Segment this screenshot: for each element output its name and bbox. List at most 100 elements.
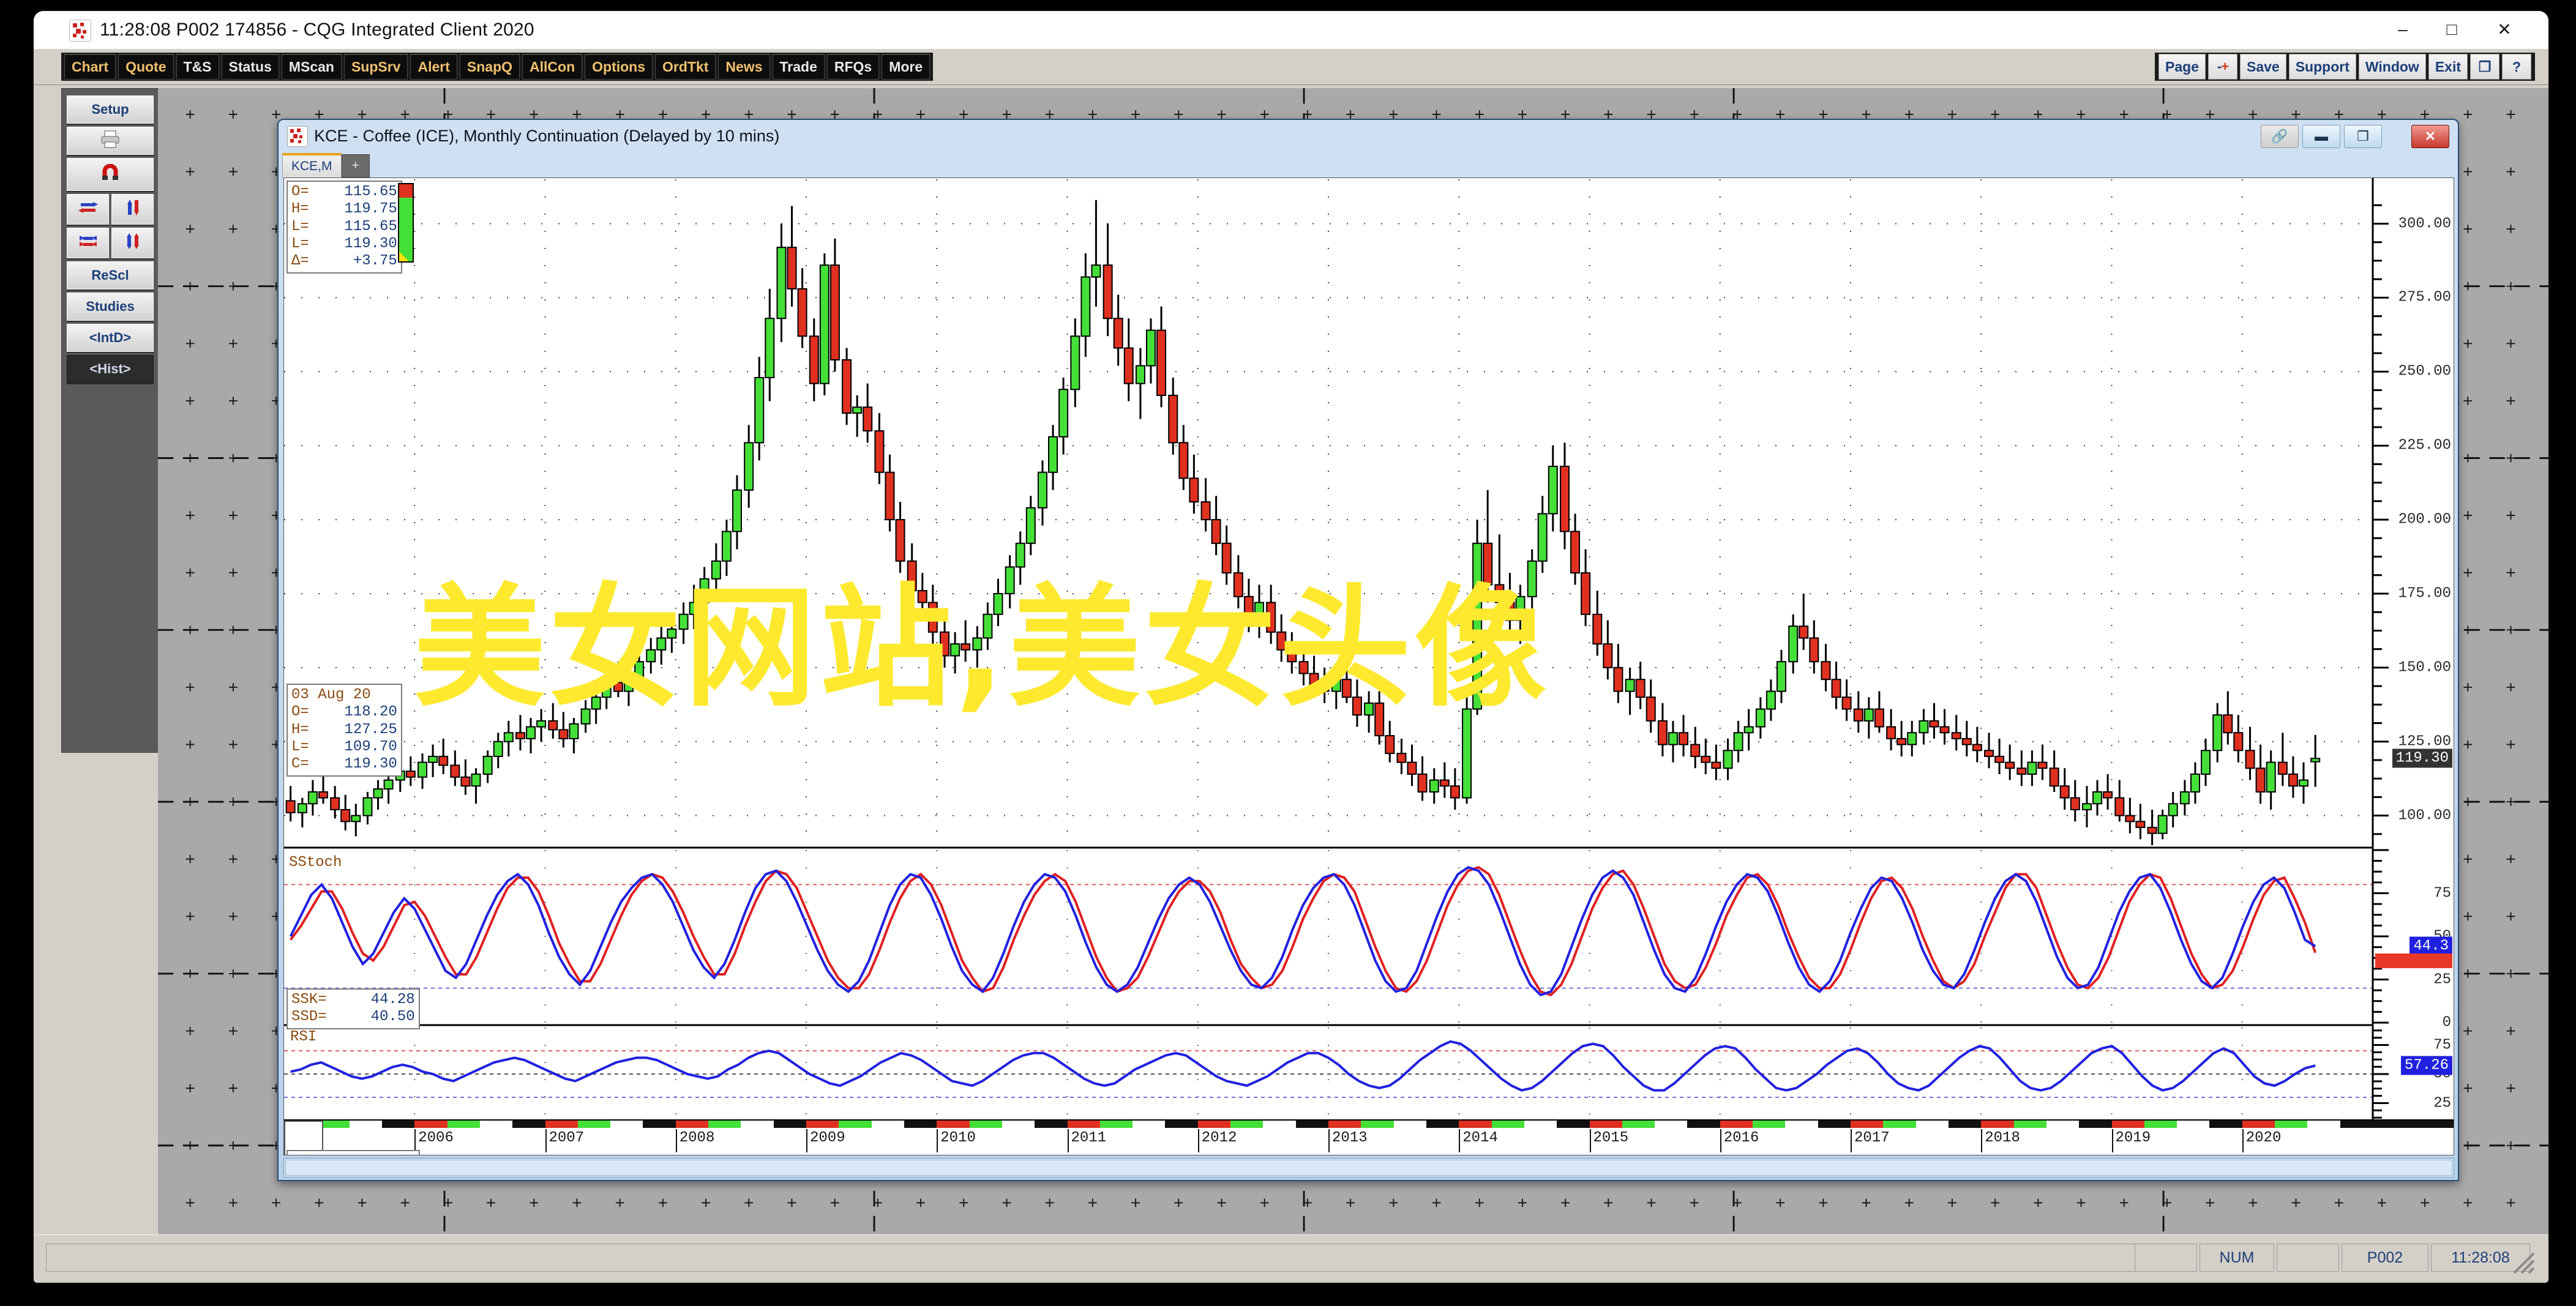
toolbar-button-[interactable]: ? — [2502, 54, 2531, 80]
chart-window-titlebar[interactable]: KCE - Coffee (ICE), Monthly Continuation… — [279, 120, 2458, 152]
toolbar-button-rfqs[interactable]: RFQs — [826, 54, 880, 80]
toolbar-right-group: Page -+ Save Support Window Exit ❐? — [2155, 53, 2535, 81]
season-segment — [1459, 1121, 1492, 1128]
scrollbar-thumb[interactable] — [285, 1160, 2452, 1176]
time-axis-label: 2008 — [675, 1129, 714, 1152]
time-axis-label: 2013 — [1328, 1129, 1368, 1152]
toolbar-button-ordtkt[interactable]: OrdTkt — [655, 54, 716, 80]
season-segment — [1785, 1121, 1818, 1128]
quote-marker-icon — [399, 252, 409, 261]
sstoch-axis-label: 25 — [2433, 971, 2451, 988]
toolbar-button-options[interactable]: Options — [585, 54, 653, 80]
chart-horizontal-scrollbar[interactable] — [283, 1158, 2454, 1177]
window-titlebar: 11:28:08 P002 174856 - CQG Integrated Cl… — [34, 11, 2548, 50]
window-maximize-button[interactable]: □ — [2428, 16, 2475, 43]
season-segment — [1133, 1121, 1166, 1128]
toolbar-button-ts[interactable]: T&S — [176, 54, 219, 80]
season-segment — [512, 1121, 545, 1128]
chart-close-button[interactable]: ✕ — [2411, 125, 2449, 148]
tool-button-studies[interactable]: Studies — [67, 293, 154, 321]
season-segment — [447, 1121, 480, 1128]
chart-restore-button[interactable]: ❐ — [2344, 125, 2382, 148]
price-axis-label: 275.00 — [2398, 289, 2451, 306]
info-key: O= — [291, 184, 309, 200]
info-key: H= — [291, 201, 309, 218]
toolbar-button-[interactable]: -+ — [2208, 54, 2237, 80]
chart-plot-area[interactable]: O= 115.65 H= 119.75 L= 115.65 L= 119.30 … — [283, 177, 2454, 1155]
cqg-logo-icon — [69, 20, 91, 42]
tool-button-compress-vertical-icon[interactable] — [111, 228, 154, 258]
season-segment — [1099, 1121, 1133, 1128]
time-axis-label: 2012 — [1197, 1129, 1237, 1152]
toolbar-button-window[interactable]: Window — [2358, 54, 2426, 80]
rsi-study-label: RSI — [290, 1029, 317, 1045]
season-segment — [708, 1121, 741, 1128]
time-axis-label: 2015 — [1589, 1129, 1628, 1152]
toolbar-button-trade[interactable]: Trade — [772, 54, 825, 80]
info-key: SSK= — [291, 991, 327, 1008]
info-key: L= — [291, 235, 309, 252]
tool-button-hist[interactable]: <Hist> — [67, 355, 154, 383]
chart-tab-kce[interactable]: KCE,M — [282, 153, 342, 177]
link-icon: 🔗 — [2271, 129, 2288, 144]
magnet-icon — [101, 163, 119, 185]
tool-button-rescl[interactable]: ReScl — [67, 261, 154, 289]
chart-minimize-button[interactable]: ▬ — [2302, 125, 2340, 148]
toolbar-button-save[interactable]: Save — [2240, 54, 2286, 80]
season-segment — [773, 1121, 806, 1128]
toolbar-button-allcon[interactable]: AllCon — [522, 54, 583, 80]
toolbar-button-chart[interactable]: Chart — [64, 54, 116, 80]
toolbar-button-support[interactable]: Support — [2288, 54, 2356, 80]
toolbar-button-news[interactable]: News — [718, 54, 770, 80]
tool-button-arrows-horizontal-icon[interactable] — [67, 194, 109, 225]
add-tab-button[interactable]: + — [341, 154, 370, 177]
toolbar-button-more[interactable]: More — [882, 54, 930, 80]
window-minimize-button[interactable]: – — [2379, 16, 2426, 43]
time-axis-label: 2020 — [2242, 1129, 2281, 1152]
season-segment — [381, 1121, 415, 1128]
season-color-bar — [284, 1121, 2454, 1128]
tool-button-arrows-vertical-icon[interactable] — [111, 194, 154, 225]
season-segment — [1851, 1121, 1884, 1128]
toolbar-button-status[interactable]: Status — [221, 54, 279, 80]
minus-plus-icon: -+ — [2217, 59, 2229, 74]
season-segment — [2275, 1121, 2308, 1128]
tool-button-setup[interactable]: Setup — [67, 95, 154, 124]
sstoch-study-label: SStoch — [289, 854, 342, 871]
season-segment — [2307, 1121, 2340, 1128]
status-bar: NUM P002 11:28:08 — [34, 1234, 2548, 1283]
season-segment — [1753, 1121, 1786, 1128]
compress-vertical-icon — [124, 232, 142, 254]
time-axis-label: 2009 — [806, 1129, 845, 1152]
bar-info-box: 03 Aug 20 O= 118.20 H= 127.25 L= 109.70 … — [286, 684, 402, 777]
quote-range-high — [399, 184, 413, 198]
tool-button-intd[interactable]: <IntD> — [67, 324, 154, 352]
price-axis-label: 250.00 — [2398, 363, 2451, 380]
tool-button-compress-horizontal-icon[interactable] — [67, 228, 109, 258]
rsi-values-box: RSI= 57.26 — [286, 1150, 420, 1155]
tool-button-printer-icon[interactable] — [67, 127, 154, 155]
price-axis-label: 225.00 — [2398, 437, 2451, 454]
toolbar-button-snapq[interactable]: SnapQ — [459, 54, 520, 80]
toolbar-button-page[interactable]: Page — [2159, 54, 2206, 80]
toolbar-button-quote[interactable]: Quote — [118, 54, 174, 80]
toolbar-button-alert[interactable]: Alert — [410, 54, 457, 80]
status-num-field: NUM — [2200, 1244, 2274, 1272]
link-button[interactable]: 🔗 — [2261, 125, 2299, 148]
window-close-button[interactable]: ✕ — [2481, 16, 2528, 43]
season-segment — [969, 1121, 1002, 1128]
tool-button-magnet-icon[interactable] — [67, 158, 154, 191]
quote-range-bar — [398, 183, 414, 263]
season-segment — [1622, 1121, 1655, 1128]
application-window: 11:28:08 P002 174856 - CQG Integrated Cl… — [34, 11, 2548, 1283]
status-blank-1 — [2135, 1244, 2197, 1272]
season-segment — [2340, 1121, 2373, 1128]
season-segment — [643, 1121, 676, 1128]
chart-tool-rail: Setup ReScl Studies <IntD> <Hist> — [61, 88, 159, 753]
rsi-axis-label: 75 — [2433, 1037, 2451, 1053]
toolbar-button-supsrv[interactable]: SupSrv — [343, 54, 408, 80]
toolbar-button-exit[interactable]: Exit — [2428, 54, 2468, 80]
toolbar-button-mscan[interactable]: MScan — [281, 54, 342, 80]
resize-grip-icon[interactable] — [2512, 1251, 2536, 1275]
toolbar-button-[interactable]: ❐ — [2470, 54, 2499, 80]
